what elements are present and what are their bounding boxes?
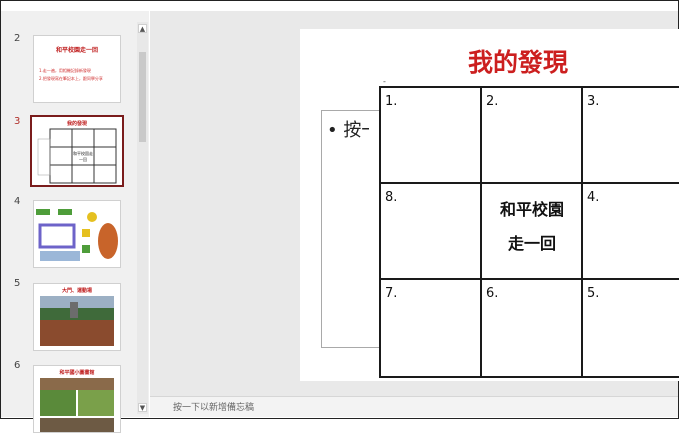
table-cell[interactable]: 2. — [480, 86, 584, 185]
table-cell[interactable]: 7. — [379, 278, 483, 378]
table-cell[interactable]: 5. — [581, 278, 679, 378]
notes-placeholder[interactable]: 按一下以新增備忘稿 — [173, 400, 254, 413]
thumbnail-number: 3 — [14, 116, 21, 127]
top-strip — [1, 1, 678, 11]
cell-label: 4. — [587, 190, 600, 205]
thumbnail-title: 大門、運動場 — [61, 288, 92, 294]
notes-pane[interactable]: 按一下以新增備忘稿 — [150, 396, 678, 417]
thumbnail-number: 2 — [14, 33, 21, 44]
center-text-line1: 和平校園 — [499, 200, 564, 219]
thumbnail-title: 和平校園走一回 — [55, 47, 98, 54]
center-text-line2: 走一回 — [507, 234, 556, 253]
thumbnail-text: 和平校園走一回 — [73, 151, 93, 162]
slide-title[interactable]: 我的發現 — [468, 43, 568, 79]
thumbnail-number: 6 — [14, 360, 21, 371]
scroll-down-icon[interactable]: ▼ — [138, 403, 147, 412]
content-placeholder[interactable] — [321, 110, 383, 348]
cell-label: 8. — [385, 190, 398, 205]
thumbnail-number: 4 — [14, 196, 21, 207]
cell-label: 1. — [385, 94, 398, 109]
discovery-table[interactable]: 1. 2. 3. 8. 和平校園 走一回 4. 7. 6. 5. — [379, 86, 679, 378]
table-cell-center[interactable]: 和平校園 走一回 — [480, 182, 584, 281]
table-cell[interactable]: 1. — [379, 86, 483, 185]
table-cell[interactable]: 8. — [379, 182, 483, 281]
cell-label: 3. — [587, 94, 600, 109]
cell-label: 7. — [385, 286, 398, 301]
scroll-thumb[interactable] — [139, 52, 146, 142]
cell-label: 2. — [486, 94, 499, 109]
scroll-up-icon[interactable]: ▲ — [138, 24, 147, 33]
cell-label: 5. — [587, 286, 600, 301]
slide-thumbnail-4[interactable] — [33, 200, 121, 268]
table-cell[interactable]: 4. — [581, 182, 679, 281]
table-cell[interactable]: 3. — [581, 86, 679, 185]
slide-thumbnail-5[interactable]: 大門、運動場 — [33, 283, 121, 351]
thumbnail-text: 1.走一遍，用相機記錄新發現 — [39, 68, 91, 73]
table-overlap — [369, 112, 379, 142]
thumbnail-illustration — [36, 209, 118, 261]
thumbnail-number: 5 — [14, 278, 21, 289]
cell-label: 6. — [486, 286, 499, 301]
table-cell[interactable]: 6. — [480, 278, 584, 378]
thumbnail-title: 和平國小圖書館 — [59, 370, 95, 376]
thumbnail-text: 2.把發現寫在筆記本上，跟同學分享 — [39, 76, 103, 81]
thumbnail-scrollbar[interactable]: ▲ ▼ — [137, 22, 148, 414]
slide-thumbnail-6[interactable]: 和平國小圖書館 — [33, 365, 121, 433]
cursor-mark: - — [383, 77, 386, 86]
slide-thumbnail-3[interactable]: 我的發現 和平校園走一回 — [30, 115, 124, 187]
slide-thumbnail-2[interactable]: 和平校園走一回 1.走一遍，用相機記錄新發現 2.把發現寫在筆記本上，跟同學分享 — [33, 35, 121, 103]
